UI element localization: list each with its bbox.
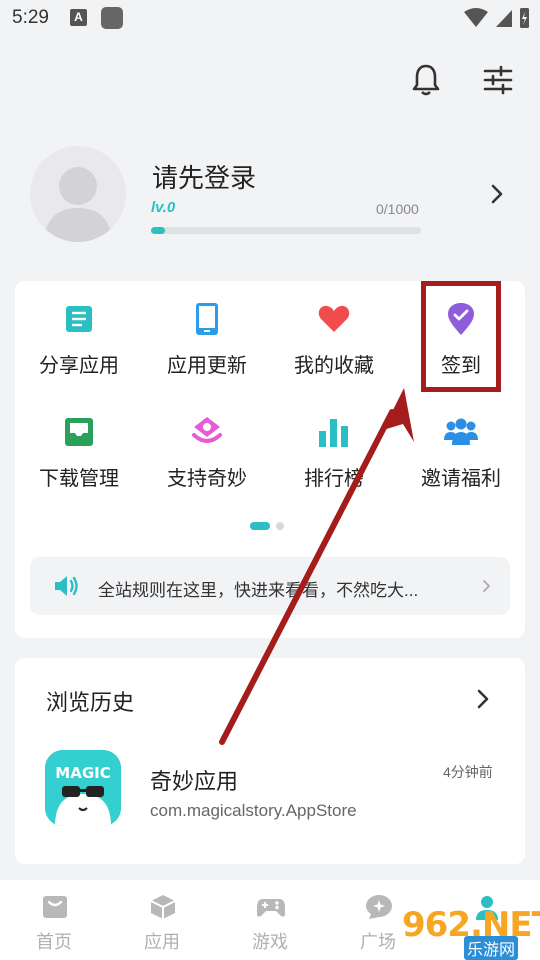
grid-item-download-manager[interactable]: 下载管理 xyxy=(15,394,143,490)
grid-item-label: 我的收藏 xyxy=(294,355,374,377)
speaker-icon xyxy=(55,576,78,596)
exp-progress-bar xyxy=(151,227,421,234)
group-icon xyxy=(444,418,478,445)
avatar[interactable] xyxy=(30,146,126,242)
watermark-subtext: 乐游网 xyxy=(464,936,519,960)
annotation-highlight-box xyxy=(421,281,501,392)
grid-item-label: 邀请福利 xyxy=(421,468,501,490)
grid-item-label: 分享应用 xyxy=(39,355,119,377)
app-name[interactable]: 奇妙应用 xyxy=(150,764,238,796)
inbox-icon xyxy=(65,418,93,446)
user-level: lv.0 xyxy=(151,199,176,216)
magic-app-logo-icon: MAGIC xyxy=(45,750,121,826)
page-dot xyxy=(276,522,284,530)
exp-progress-fill xyxy=(151,227,165,234)
chevron-right-icon[interactable] xyxy=(473,686,493,712)
status-indicators-icon xyxy=(464,8,529,28)
bar-chart-icon xyxy=(319,419,348,447)
chevron-right-icon[interactable] xyxy=(485,180,509,208)
notification-a-icon: A xyxy=(70,9,87,26)
grid-item-label: 支持奇妙 xyxy=(167,468,247,490)
gift-icon xyxy=(192,417,222,443)
box-icon xyxy=(150,895,176,919)
history-card: 浏览历史 MAGIC 奇妙应用 com.magicalstory.AppStor… xyxy=(15,658,525,864)
tab-home[interactable]: 首页 xyxy=(0,880,108,960)
chat-icon xyxy=(366,895,392,919)
status-bar: 5:29 A xyxy=(0,0,540,38)
grid-item-favorites[interactable]: 我的收藏 xyxy=(270,281,398,377)
bell-icon xyxy=(412,64,440,96)
tab-games[interactable]: 游戏 xyxy=(216,880,324,960)
app-package: com.magicalstory.AppStore xyxy=(150,801,357,820)
tab-label: 应用 xyxy=(144,932,180,952)
notification-button[interactable] xyxy=(406,60,446,100)
document-icon xyxy=(66,306,92,332)
history-title: 浏览历史 xyxy=(46,690,135,715)
login-prompt[interactable]: 请先登录 xyxy=(152,158,256,195)
site-watermark: 962.NET 乐游网 xyxy=(400,905,540,960)
home-icon xyxy=(43,896,67,918)
heart-icon xyxy=(318,305,350,332)
top-actions xyxy=(368,60,518,100)
default-avatar-icon xyxy=(44,167,112,242)
notification-square-icon xyxy=(101,7,123,29)
exp-counter: 0/1000 xyxy=(376,201,419,217)
notice-text: 全站规则在这里，快进来看看，不然吃大... xyxy=(98,581,419,600)
page-indicator xyxy=(250,522,290,530)
tab-label: 游戏 xyxy=(252,932,288,952)
tab-label: 首页 xyxy=(36,932,72,952)
chevron-right-icon xyxy=(483,580,490,592)
settings-button[interactable] xyxy=(478,60,518,100)
grid-item-label: 排行榜 xyxy=(304,468,364,490)
notice-bar[interactable]: 全站规则在这里，快进来看看，不然吃大... xyxy=(30,557,510,615)
app-visit-time: 4分钟前 xyxy=(443,764,493,780)
grid-item-support[interactable]: 支持奇妙 xyxy=(143,394,271,490)
app-icon[interactable]: MAGIC xyxy=(45,750,121,826)
page-dot-active xyxy=(250,522,270,530)
grid-item-label: 下载管理 xyxy=(39,468,119,490)
phone-icon xyxy=(196,303,218,335)
sliders-icon xyxy=(483,65,513,95)
grid-item-app-update[interactable]: 应用更新 xyxy=(143,281,271,377)
profile-section[interactable]: 请先登录 lv.0 0/1000 xyxy=(0,140,540,250)
grid-item-ranking[interactable]: 排行榜 xyxy=(270,394,398,490)
gamepad-icon xyxy=(257,899,285,917)
grid-item-label: 应用更新 xyxy=(167,355,247,377)
tab-apps[interactable]: 应用 xyxy=(108,880,216,960)
status-time: 5:29 xyxy=(12,7,49,28)
grid-item-invite[interactable]: 邀请福利 xyxy=(397,394,525,490)
app-icon-text: MAGIC xyxy=(55,764,110,782)
grid-item-share-app[interactable]: 分享应用 xyxy=(15,281,143,377)
